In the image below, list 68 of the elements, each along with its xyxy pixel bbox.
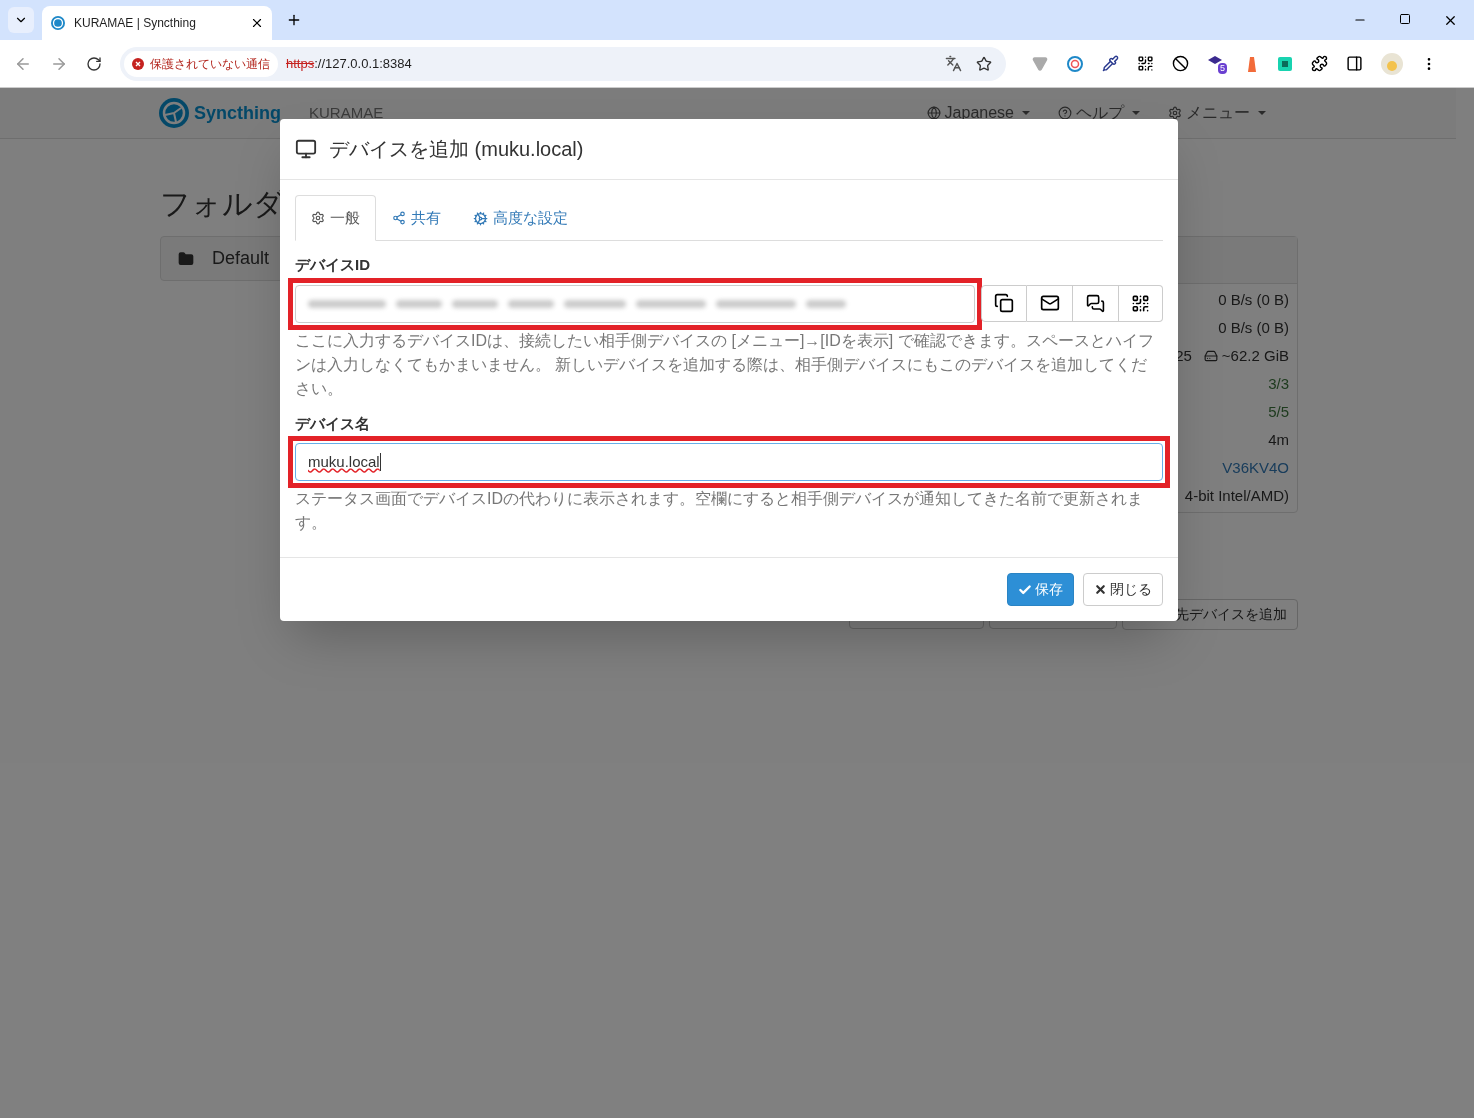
security-label: 保護されていない通信 (150, 55, 270, 73)
dialog-title: デバイスを追加 (muku.local) (329, 137, 584, 162)
new-tab-icon[interactable] (286, 12, 302, 28)
share-icon (392, 211, 406, 225)
chat-button[interactable] (1073, 284, 1119, 322)
reload-icon[interactable] (86, 55, 102, 72)
field-label: デバイスID (295, 255, 371, 275)
stat-value: 4m (1268, 429, 1289, 450)
qr-code-icon (1131, 293, 1150, 313)
close-icon[interactable] (250, 16, 264, 30)
copy-button[interactable] (981, 284, 1027, 322)
tab-title: KURAMAE | Syncthing (74, 15, 197, 32)
dialog-tab[interactable]: 共有 (376, 195, 457, 241)
stat-value: 4-bit Intel/AMD) (1184, 485, 1289, 506)
folder-icon (178, 250, 194, 267)
device-id-field[interactable] (295, 284, 975, 323)
tab-list-button[interactable] (8, 7, 34, 33)
device-name: KURAMAE (309, 102, 384, 123)
badge: 5 (1218, 62, 1227, 74)
stat-value[interactable]: V36KV4O (1222, 456, 1289, 480)
chat-icon (1086, 293, 1105, 313)
help-text: ここに入力するデバイスIDは、接続したい相手側デバイスの [メニュー]→[IDを表示] で確認できます。スペースとハイフンは入力しなくてもかまいません。 新しいデバイスを追加する際は、相手側デバイスにもこのデバイスを追加してください。 (295, 330, 1155, 399)
gear-icon (311, 211, 325, 225)
field-label: デバイス名 (295, 413, 371, 434)
bookmark-icon[interactable] (976, 55, 992, 72)
logo-icon (158, 97, 190, 129)
close-icon[interactable] (1443, 13, 1458, 28)
settings-icon (1168, 106, 1182, 120)
address-bar[interactable]: 保護されていない通信 https://127.0.0.1:8384 (120, 46, 1006, 81)
logo-icon (50, 15, 66, 31)
section-heading: フォルダ (160, 186, 284, 222)
maximize-icon[interactable] (1399, 13, 1411, 25)
browser-tab[interactable]: KURAMAE | Syncthing (42, 6, 272, 40)
help-icon (1058, 106, 1072, 120)
check-icon (1018, 582, 1032, 597)
error-icon (132, 57, 144, 70)
field-value: muku.local (308, 451, 380, 472)
mail-icon (1039, 293, 1060, 313)
extensions-icon[interactable] (1311, 55, 1328, 72)
url-text: https://127.0.0.1:8384 (286, 54, 412, 73)
gears-icon (473, 210, 488, 226)
save-button[interactable]: 保存 (1007, 573, 1074, 606)
help-text: ステータス画面でデバイスIDの代わりに表示されます。空欄にすると相手側デバイスが通知してきた名前で更新されます。 (295, 489, 1144, 533)
side-panel-icon[interactable] (1346, 55, 1363, 72)
stat-value: 5/5 (1268, 401, 1289, 422)
close-icon (1094, 583, 1107, 596)
translate-icon[interactable] (945, 55, 962, 72)
stat-value: 0 B/s (0 B) (1218, 289, 1289, 310)
extension-icon[interactable] (1277, 55, 1293, 72)
folder-name: Default (212, 247, 270, 270)
stat-value: ~62.2 GiB (1203, 344, 1289, 368)
qr-code-button[interactable] (1119, 284, 1163, 322)
stat-value: 3/3 (1268, 373, 1289, 394)
email-button[interactable] (1027, 284, 1073, 322)
block-icon[interactable] (1172, 55, 1189, 72)
eyedropper-icon[interactable] (1102, 55, 1119, 72)
drive-icon (1203, 349, 1218, 363)
qr-code-icon[interactable] (1137, 55, 1154, 72)
dialog-tab[interactable]: 一般 (295, 195, 376, 241)
monitor-icon (295, 138, 317, 160)
stat-value: 0 B/s (0 B) (1218, 317, 1289, 338)
close-button[interactable]: 閉じる (1083, 573, 1163, 606)
dialog-tab[interactable]: 高度な設定 (457, 195, 584, 241)
globe-icon (926, 106, 941, 120)
copy-icon (994, 293, 1014, 313)
device-name-field[interactable]: muku.local (295, 443, 1163, 481)
lighthouse-icon[interactable] (1245, 54, 1259, 73)
security-chip[interactable]: 保護されていない通信 (124, 50, 278, 77)
